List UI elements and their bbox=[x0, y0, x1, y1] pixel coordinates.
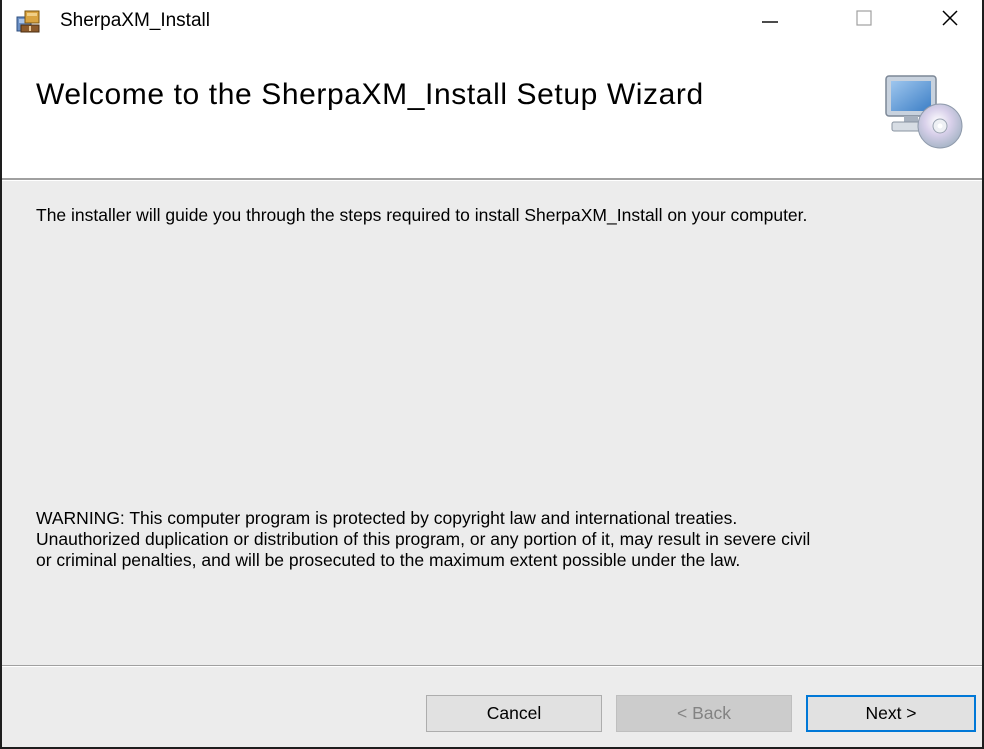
warning-line: or criminal penalties, and will be prose… bbox=[36, 550, 741, 570]
computer-cd-icon bbox=[884, 70, 964, 150]
setup-wizard-window: SherpaXM_Install Welcome to the SherpaXM… bbox=[0, 0, 984, 749]
window-title: SherpaXM_Install bbox=[60, 10, 210, 31]
cancel-button[interactable]: Cancel bbox=[426, 695, 602, 732]
maximize-button[interactable] bbox=[834, 0, 894, 40]
copyright-warning: WARNING: This computer program is protec… bbox=[36, 508, 966, 571]
maximize-icon bbox=[854, 8, 874, 33]
close-button[interactable] bbox=[920, 0, 980, 40]
intro-text: The installer will guide you through the… bbox=[36, 205, 808, 225]
content-panel: The installer will guide you through the… bbox=[2, 181, 982, 665]
page-title: Welcome to the SherpaXM_Install Setup Wi… bbox=[36, 78, 704, 111]
button-bar: Cancel < Back Next > bbox=[2, 667, 982, 747]
next-button[interactable]: Next > bbox=[806, 695, 976, 732]
title-bar[interactable]: SherpaXM_Install bbox=[2, 0, 982, 40]
back-button[interactable]: < Back bbox=[616, 695, 792, 732]
header-banner: Welcome to the SherpaXM_Install Setup Wi… bbox=[2, 40, 982, 178]
close-icon bbox=[940, 8, 960, 33]
warning-line: Unauthorized duplication or distribution… bbox=[36, 529, 811, 549]
minimize-icon bbox=[760, 8, 780, 33]
installer-package-icon bbox=[16, 9, 42, 33]
warning-line: WARNING: This computer program is protec… bbox=[36, 508, 738, 528]
minimize-button[interactable] bbox=[740, 0, 800, 40]
